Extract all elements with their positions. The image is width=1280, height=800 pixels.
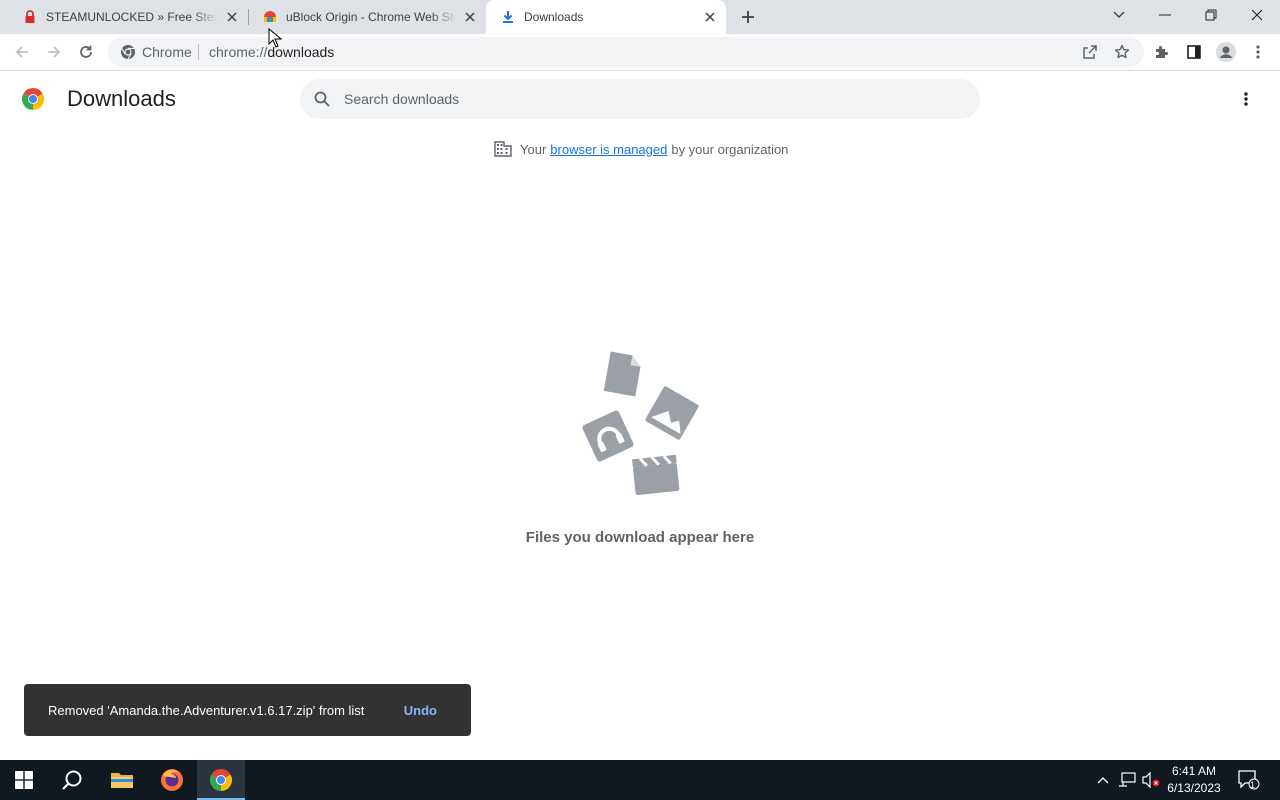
url-scheme: chrome:// xyxy=(209,44,268,60)
action-center-button[interactable]: 1 xyxy=(1236,760,1262,800)
chrome-menu-button[interactable] xyxy=(1244,38,1272,66)
side-panel-icon xyxy=(1187,45,1201,59)
building-icon xyxy=(494,141,512,157)
chrome-web-store-icon xyxy=(262,9,278,25)
file-explorer-button[interactable] xyxy=(98,760,146,800)
puzzle-icon xyxy=(1156,46,1168,58)
empty-state-message: Files you download appear here xyxy=(525,529,755,546)
tab-steamunlocked[interactable]: STEAMUNLOCKED » Free Steam Games Pre-ins… xyxy=(8,0,248,34)
toast-message: Removed 'Amanda.the.Adventurer.v1.6.17.z… xyxy=(48,702,365,718)
tab-strip: STEAMUNLOCKED » Free Steam Games Pre-ins… xyxy=(0,0,1280,34)
close-window-button[interactable] xyxy=(1234,0,1280,30)
star-icon xyxy=(1114,44,1130,59)
search-icon xyxy=(62,770,82,790)
tab-close-icon[interactable] xyxy=(462,9,478,25)
arrow-left-icon xyxy=(15,46,28,58)
steamunlocked-lock-icon xyxy=(22,9,38,25)
chevron-up-icon xyxy=(1097,777,1109,784)
search-downloads-input[interactable] xyxy=(344,79,964,119)
network-button[interactable] xyxy=(1116,760,1138,800)
start-button[interactable] xyxy=(0,760,48,800)
minimize-icon xyxy=(1159,14,1171,16)
show-hidden-icons-button[interactable] xyxy=(1092,760,1114,800)
search-box[interactable] xyxy=(300,79,980,119)
firefox-button[interactable] xyxy=(148,760,196,800)
firefox-icon xyxy=(161,769,183,791)
downloads-more-actions-button[interactable] xyxy=(1234,87,1258,111)
notification-icon xyxy=(1238,770,1260,790)
plus-icon xyxy=(742,11,754,23)
windows-taskbar: 6:41 AM 6/13/2023 1 xyxy=(0,760,1280,800)
address-bar[interactable]: Chrome chrome://downloads xyxy=(108,37,1144,67)
download-icon xyxy=(500,9,516,25)
network-icon xyxy=(1119,772,1136,787)
managed-prefix: Your xyxy=(520,141,547,157)
side-panel-button[interactable] xyxy=(1180,38,1208,66)
empty-downloads-illustration xyxy=(582,351,699,496)
browser-toolbar: Chrome chrome://downloads xyxy=(0,34,1280,71)
new-tab-button[interactable] xyxy=(736,5,760,29)
tab-close-icon[interactable] xyxy=(702,9,718,25)
close-icon xyxy=(1251,9,1263,21)
chevron-down-icon xyxy=(1113,11,1125,18)
more-vert-icon xyxy=(1256,45,1260,59)
share-icon xyxy=(1083,45,1097,59)
tab-downloads[interactable]: Downloads xyxy=(486,0,726,34)
reload-button[interactable] xyxy=(72,38,100,66)
volume-button[interactable] xyxy=(1140,760,1162,800)
notification-count: 1 xyxy=(1250,780,1256,790)
chrome-icon xyxy=(209,769,233,791)
tab-close-icon[interactable] xyxy=(224,9,240,25)
search-icon xyxy=(314,91,330,107)
volume-muted-icon xyxy=(1142,772,1160,788)
extensions-button[interactable] xyxy=(1148,38,1176,66)
reload-icon xyxy=(80,45,92,58)
back-button[interactable] xyxy=(8,38,36,66)
chrome-logo-icon xyxy=(21,88,45,110)
chrome-site-icon xyxy=(121,45,135,60)
chrome-taskbar-button[interactable] xyxy=(197,760,245,800)
arrow-right-icon xyxy=(48,46,61,58)
tab-title: Downloads xyxy=(524,10,584,24)
taskbar-clock[interactable]: 6:41 AM 6/13/2023 xyxy=(1162,763,1226,797)
undo-button[interactable]: Undo xyxy=(394,703,447,718)
folder-icon xyxy=(111,773,133,788)
avatar-icon xyxy=(1216,42,1236,62)
clock-time: 6:41 AM xyxy=(1171,764,1217,778)
forward-button[interactable] xyxy=(40,38,68,66)
tab-title: uBlock Origin - Chrome Web Store xyxy=(286,10,456,24)
mouse-cursor-icon xyxy=(268,28,282,48)
tab-search-button[interactable] xyxy=(1096,0,1142,30)
browser-managed-link[interactable]: browser is managed xyxy=(550,142,667,157)
tab-ublock-origin[interactable]: uBlock Origin - Chrome Web Store xyxy=(248,0,486,34)
managed-suffix: by your organization xyxy=(671,141,789,157)
omnibox-divider xyxy=(198,44,199,60)
more-vert-icon xyxy=(1244,92,1248,106)
restore-icon xyxy=(1205,9,1217,21)
tab-title: STEAMUNLOCKED » Free Steam Games Pre-ins… xyxy=(46,10,218,24)
downloads-header: Downloads xyxy=(0,71,1280,127)
share-button[interactable] xyxy=(1080,42,1100,62)
clock-date: 6/13/2023 xyxy=(1167,781,1221,795)
minimize-button[interactable] xyxy=(1142,0,1188,30)
windows-logo-icon xyxy=(15,771,33,789)
page-title: Downloads xyxy=(67,86,176,111)
removed-toast: Removed 'Amanda.the.Adventurer.v1.6.17.z… xyxy=(24,684,471,736)
managed-notice: Your browser is managed by your organiza… xyxy=(494,139,788,159)
site-chip-label: Chrome xyxy=(142,44,192,60)
bookmark-button[interactable] xyxy=(1112,42,1132,62)
profile-button[interactable] xyxy=(1212,38,1240,66)
restore-button[interactable] xyxy=(1188,0,1234,30)
taskbar-search-button[interactable] xyxy=(48,760,96,800)
